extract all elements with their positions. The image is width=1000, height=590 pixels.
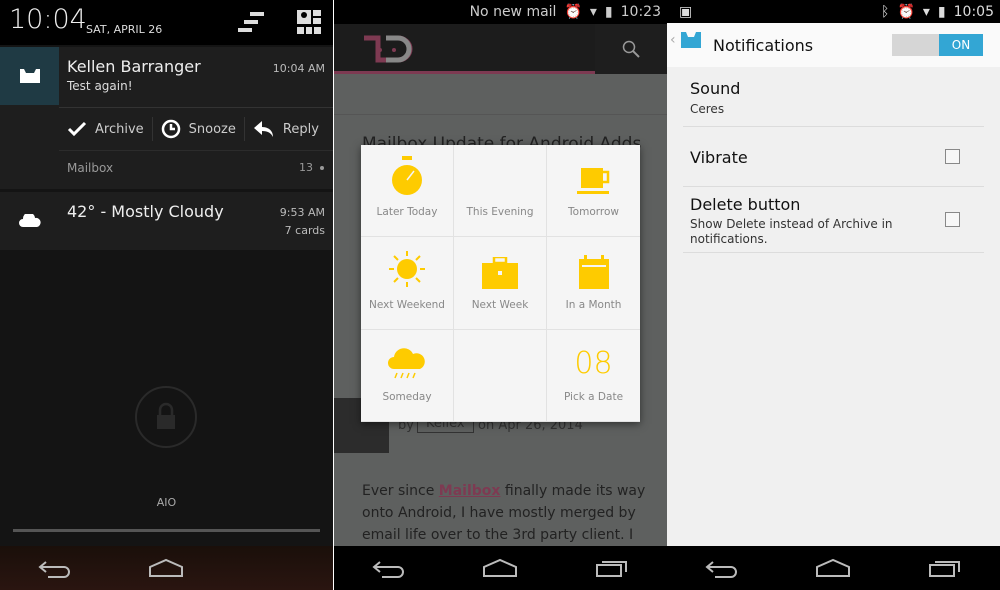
home-icon[interactable] [482, 558, 518, 578]
alarm-icon: ⏰ [564, 4, 582, 20]
delete-button-checkbox[interactable] [945, 212, 960, 227]
lock-icon[interactable] [134, 385, 198, 449]
coffee-cup-icon [576, 168, 609, 195]
archive-button[interactable]: Archive [59, 117, 153, 141]
image-notification-icon: ▣ [679, 3, 693, 20]
calendar-icon [578, 254, 609, 289]
snooze-in-a-month[interactable]: In a Month [547, 237, 640, 330]
rain-cloud-icon [388, 348, 425, 379]
mailbox-app-icon [680, 32, 701, 48]
recents-icon[interactable] [928, 558, 962, 578]
date: SAT, APRIL 26 [86, 23, 163, 36]
snooze-dialog: Later Today This Evening Tomorrow Next W… [361, 145, 640, 422]
snooze-someday[interactable]: Someday [361, 329, 454, 422]
snooze-next-weekend[interactable]: Next Weekend [361, 237, 454, 330]
clear-all-icon[interactable] [238, 12, 266, 34]
chevron-left-icon: ‹ [670, 32, 676, 48]
wifi-icon: ▾ [589, 4, 597, 20]
reply-icon [253, 121, 273, 137]
date-number: 08 [574, 346, 613, 381]
briefcase-icon [482, 256, 518, 289]
snooze-pick-a-date[interactable]: 08 Pick a Date [547, 330, 640, 422]
reply-button[interactable]: Reply [245, 117, 327, 141]
mailbox-app-icon [0, 47, 59, 105]
setting-sound[interactable]: Sound Ceres [683, 67, 984, 127]
clock-icon [161, 119, 180, 139]
divider [334, 114, 667, 115]
snooze-screen: No new mail ⏰ ▾ ▮ 10:23 Mailbox Update for A… [334, 0, 667, 590]
snooze-next-week[interactable]: Next Week [454, 237, 547, 330]
check-icon [67, 121, 87, 137]
alarm-icon: ⏰ [897, 3, 915, 20]
droid-life-logo[interactable] [361, 35, 417, 65]
back-icon[interactable] [705, 558, 739, 578]
vibrate-checkbox[interactable] [945, 149, 960, 164]
status-bar: ▣ ᛒ ⏰ ▾ ▮ 10:05 [667, 0, 1000, 23]
home-icon[interactable] [815, 558, 851, 578]
shade-handle[interactable] [13, 529, 320, 532]
dot-icon [320, 166, 324, 170]
back-icon[interactable] [38, 558, 72, 578]
snooze-tomorrow[interactable]: Tomorrow [547, 145, 640, 238]
stopwatch-icon [392, 156, 422, 196]
toggle-label: ON [939, 34, 983, 56]
recents-icon[interactable] [595, 558, 629, 578]
snooze-button[interactable]: Snooze [153, 117, 245, 141]
home-icon[interactable] [148, 558, 184, 578]
app-name: Mailbox [67, 161, 114, 175]
shade-header: 10:04 SAT, APRIL 26 [0, 0, 333, 45]
status-time: 10:23 [620, 4, 661, 20]
notification-shade: 10:04 SAT, APRIL 26 Kellen Barranger Tes… [0, 0, 333, 590]
nav-bar [334, 546, 667, 590]
notification-settings: ▣ ᛒ ⏰ ▾ ▮ 10:05 ‹ Notifications ON Sound Ceres… [667, 0, 1000, 590]
battery-icon: ▮ [604, 4, 613, 20]
snooze-later-today[interactable]: Later Today [361, 145, 454, 238]
weather-sub: 7 cards [284, 224, 325, 237]
quick-settings-icon[interactable] [297, 10, 321, 34]
setting-delete-button[interactable]: Delete button Show Delete instead of Arch… [683, 187, 984, 253]
battery-icon: ▮ [937, 3, 946, 20]
status-time: 10:05 [953, 3, 994, 20]
notification-actions: Archive Snooze Reply [59, 107, 333, 151]
nav-bar [0, 546, 333, 590]
action-bar: ‹ Notifications ON [667, 23, 1000, 67]
snooze-empty-cell [454, 329, 547, 422]
setting-vibrate[interactable]: Vibrate [683, 127, 984, 187]
status-bar: No new mail ⏰ ▾ ▮ 10:23 [334, 0, 667, 24]
notifications-toggle[interactable]: ON [892, 34, 983, 56]
mailbox-notification[interactable]: Kellen Barranger Test again! 10:04 AM Ar… [0, 47, 333, 189]
nav-bar [667, 546, 1000, 590]
bluetooth-icon: ᛒ [881, 3, 890, 20]
weather-time: 9:53 AM [279, 206, 325, 219]
search-button[interactable] [595, 24, 667, 74]
weather-notification[interactable]: 42° - Mostly Cloudy 9:53 AM 7 cards [0, 192, 333, 250]
app-bar [334, 24, 667, 74]
mailbox-link[interactable]: Mailbox [439, 483, 501, 499]
wifi-icon: ▾ [922, 3, 930, 20]
cloud-icon [0, 192, 59, 250]
snooze-this-evening[interactable]: This Evening [454, 145, 547, 238]
back-icon[interactable] [372, 558, 406, 578]
notification-time: 10:04 AM [272, 62, 325, 75]
status-text: No new mail [469, 4, 557, 20]
clock: 10:04 [9, 4, 87, 35]
notification-count: 13 [299, 161, 313, 174]
sender: Kellen Barranger [67, 57, 201, 76]
up-button[interactable]: ‹ [670, 31, 702, 49]
page-title: Notifications [713, 36, 814, 55]
moon-icon [489, 161, 517, 194]
weather-title: 42° - Mostly Cloudy [67, 202, 224, 221]
sun-icon [389, 250, 425, 287]
lock-label: AIO [156, 496, 177, 509]
message: Test again! [67, 79, 133, 93]
search-icon [622, 40, 640, 58]
